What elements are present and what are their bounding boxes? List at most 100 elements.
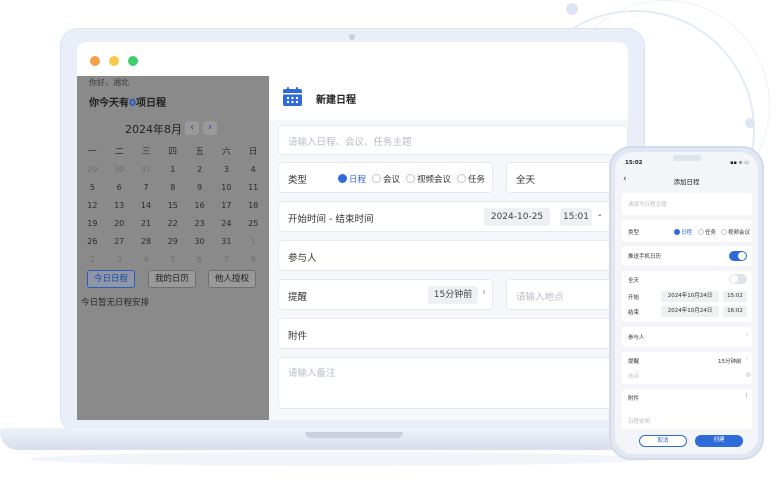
- start-time-picker[interactable]: 15:01: [560, 208, 592, 226]
- calendar-day[interactable]: 3: [106, 251, 133, 269]
- reminder-field[interactable]: 提醒 15分钟前 ›: [278, 279, 493, 310]
- calendar-day[interactable]: 11: [240, 179, 267, 197]
- start-date-picker[interactable]: 2024-10-25: [484, 208, 550, 226]
- calendar-day[interactable]: 31: [133, 161, 160, 179]
- cancel-button[interactable]: 取消: [639, 435, 687, 447]
- calendar-sidebar: 你好，湘北 你今天有0项日程 2024年8月 ‹ › 一二三四五六日 29 30 31…: [77, 76, 269, 420]
- phone-type-label: 类型: [628, 230, 640, 236]
- back-icon[interactable]: ‹: [623, 174, 627, 184]
- laptop-camera: [349, 34, 355, 40]
- calendar-day[interactable]: 5: [159, 251, 186, 269]
- calendar-day[interactable]: 28: [133, 233, 160, 251]
- product-showcase: 你好，湘北 你今天有0项日程 2024年8月 ‹ › 一二三四五六日 29 30 31…: [0, 0, 780, 490]
- sync-toggle[interactable]: [729, 251, 747, 261]
- form-title: 新建日程: [316, 95, 356, 106]
- type-option-video-meeting[interactable]: 视频会议: [406, 173, 451, 185]
- calendar-day[interactable]: 21: [133, 215, 160, 233]
- minimize-window-icon[interactable]: [109, 56, 119, 66]
- calendar-day[interactable]: 27: [106, 233, 133, 251]
- calendar-day[interactable]: 12: [79, 197, 106, 215]
- calendar-day[interactable]: 30: [186, 233, 213, 251]
- phone-location-placeholder[interactable]: 地点: [628, 372, 639, 380]
- today-schedule-button[interactable]: 今日日程: [87, 270, 135, 288]
- attachment-field[interactable]: 附件: [278, 318, 628, 349]
- paperclip-icon[interactable]: ⌇: [745, 393, 748, 399]
- weekday-header: 六: [222, 147, 231, 157]
- create-button[interactable]: 创建: [695, 435, 743, 447]
- calendar-day[interactable]: 19: [79, 215, 106, 233]
- calendar-day[interactable]: 10: [213, 179, 240, 197]
- location-pin-icon: ◎: [746, 372, 751, 378]
- calendar-day[interactable]: 4: [133, 251, 160, 269]
- calendar-day[interactable]: 2: [79, 251, 106, 269]
- phone-type-task[interactable]: 任务: [698, 228, 716, 236]
- calendar-day[interactable]: 7: [213, 251, 240, 269]
- phone-end-date[interactable]: 2024年10月24日: [661, 306, 719, 317]
- radio-icon: [457, 174, 466, 183]
- calendar-day[interactable]: 8: [159, 179, 186, 197]
- phone-reminder-value[interactable]: 15分钟前: [718, 357, 742, 365]
- calendar-day[interactable]: 9: [186, 179, 213, 197]
- calendar-day[interactable]: 5: [79, 179, 106, 197]
- phone-subject-input[interactable]: 请填写日程主题: [622, 193, 752, 215]
- phone-title: 添加日程: [673, 178, 700, 186]
- calendar-day[interactable]: 20: [106, 215, 133, 233]
- phone-start-date[interactable]: 2024年10月24日: [661, 291, 719, 302]
- calendar-day[interactable]: 4: [240, 161, 267, 179]
- notes-textarea[interactable]: 请输入备注: [278, 357, 628, 409]
- type-option-schedule[interactable]: 日程: [338, 173, 366, 185]
- close-window-icon[interactable]: [90, 56, 100, 66]
- time-field: 开始时间 - 结束时间 2024-10-25 15:01 -: [278, 201, 628, 232]
- calendar-day[interactable]: 24: [213, 215, 240, 233]
- prev-month-button[interactable]: ‹: [185, 121, 199, 135]
- my-calendar-button[interactable]: 我的日历: [148, 270, 196, 288]
- calendar-day[interactable]: 2: [186, 161, 213, 179]
- calendar-day[interactable]: 7: [133, 179, 160, 197]
- location-placeholder: 请输入地点: [516, 292, 564, 303]
- calendar-day[interactable]: 18: [240, 197, 267, 215]
- calendar-day[interactable]: 14: [133, 197, 160, 215]
- weekday-header: 三: [141, 147, 151, 157]
- subject-input[interactable]: 请输入日程、会议、任务主题: [278, 125, 628, 155]
- calendar-day[interactable]: 1: [159, 161, 186, 179]
- calendar-day[interactable]: 16: [186, 197, 213, 215]
- calendar-day[interactable]: 30: [106, 161, 133, 179]
- weekday-header: 日: [248, 147, 258, 157]
- calendar-day[interactable]: 1: [240, 233, 267, 251]
- phone-notes-placeholder[interactable]: 日程说明: [628, 417, 650, 425]
- allday-toggle[interactable]: [729, 274, 747, 284]
- phone-end-time[interactable]: 16:02: [723, 306, 747, 317]
- calendar-day[interactable]: 25: [240, 215, 267, 233]
- next-month-button[interactable]: ›: [203, 121, 217, 135]
- phone-type-video[interactable]: 视频会议: [721, 228, 750, 236]
- weekday-header: 四: [168, 147, 178, 157]
- reminder-value: 15分钟前: [428, 286, 478, 304]
- calendar-day[interactable]: 13: [106, 197, 133, 215]
- calendar-day[interactable]: 17: [213, 197, 240, 215]
- calendar-day[interactable]: 26: [79, 233, 106, 251]
- weekday-header: 一: [88, 147, 97, 157]
- calendar-day[interactable]: 23: [186, 215, 213, 233]
- calendar-day[interactable]: 22: [159, 215, 186, 233]
- calendar-day[interactable]: 29: [159, 233, 186, 251]
- weekday-header: 五: [195, 147, 204, 157]
- calendar-day[interactable]: 15: [159, 197, 186, 215]
- phone-type-schedule[interactable]: 日程: [674, 228, 692, 236]
- participants-field[interactable]: 参与人: [278, 240, 628, 271]
- chevron-right-icon: ›: [482, 287, 486, 298]
- phone-start-time[interactable]: 15:02: [723, 291, 747, 302]
- others-authorization-button[interactable]: 他人授权: [208, 270, 256, 288]
- subject-placeholder: 请输入日程、会议、任务主题: [288, 137, 412, 148]
- calendar-day[interactable]: 29: [79, 161, 106, 179]
- calendar-day[interactable]: 6: [186, 251, 213, 269]
- participants-label: 参与人: [288, 253, 317, 264]
- phone-participants-field[interactable]: 参与人 ›: [622, 327, 752, 347]
- type-option-task[interactable]: 任务: [457, 173, 485, 185]
- calendar-day[interactable]: 3: [213, 161, 240, 179]
- type-option-meeting[interactable]: 会议: [372, 173, 400, 185]
- calendar-day[interactable]: 6: [106, 179, 133, 197]
- phone-start-label: 开始: [628, 295, 640, 301]
- calendar-day[interactable]: 8: [240, 251, 267, 269]
- maximize-window-icon[interactable]: [128, 56, 138, 66]
- calendar-day[interactable]: 31: [213, 233, 240, 251]
